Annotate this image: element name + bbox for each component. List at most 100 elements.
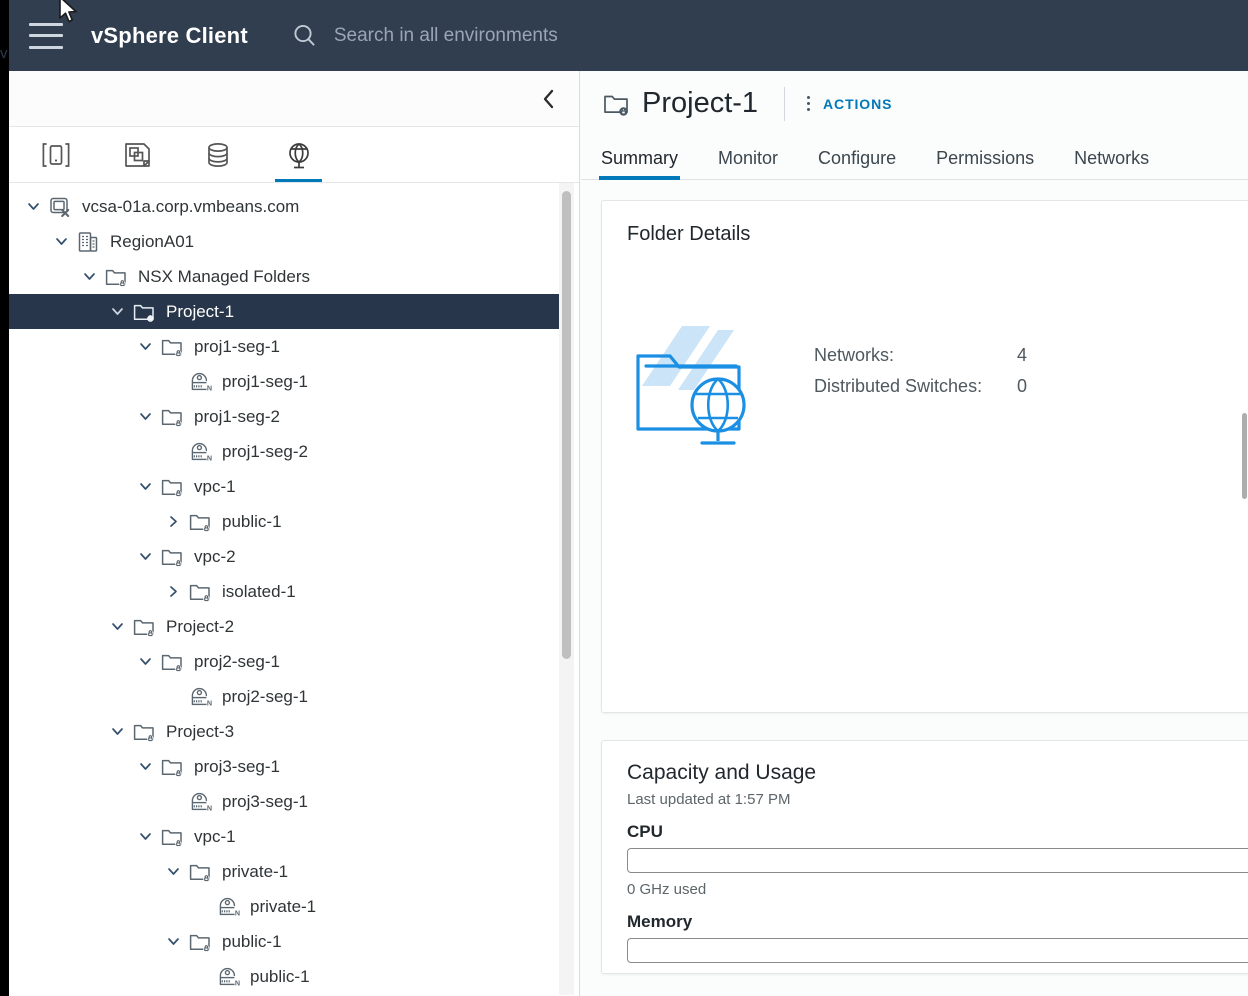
tree-item-proj1-seg-2[interactable]: proj1-seg-2 [9, 399, 579, 434]
search-icon [290, 21, 320, 51]
tree-item-public-1[interactable]: public-1 [9, 924, 579, 959]
tree-item-vcsa-01a-corp-vmbeans-com[interactable]: vcsa-01a.corp.vmbeans.com [9, 189, 579, 224]
chevron-down-icon[interactable] [131, 329, 159, 364]
chevron-down-icon[interactable] [131, 399, 159, 434]
inventory-panel-toolbar [9, 71, 579, 127]
tree-item-proj2-seg-1[interactable]: Nproj2-seg-1 [9, 679, 579, 714]
tree-item-proj1-seg-1[interactable]: proj1-seg-1 [9, 329, 579, 364]
tree-item-vpc-1[interactable]: vpc-1 [9, 819, 579, 854]
detail-row: Networks: 4 [814, 340, 1027, 371]
search-input[interactable] [333, 24, 754, 47]
kebab-menu-icon[interactable] [807, 96, 811, 111]
tree-item-private-1[interactable]: private-1 [9, 854, 579, 889]
network-folder-icon [187, 509, 213, 535]
tree-item-nsx-managed-folders[interactable]: NSX Managed Folders [9, 259, 579, 294]
page-scrollbar[interactable] [1241, 71, 1248, 996]
capacity-title: Capacity and Usage [627, 761, 817, 784]
tree-item-label: proj3-seg-1 [222, 791, 308, 811]
tree-item-label: proj1-seg-1 [194, 336, 280, 356]
tree-item-proj1-seg-1[interactable]: Nproj1-seg-1 [9, 364, 579, 399]
tree-item-label: vcsa-01a.corp.vmbeans.com [82, 196, 300, 216]
cpu-usage-bar [627, 848, 1248, 873]
inventory-tab-hosts-and-clusters[interactable] [15, 127, 96, 182]
tab-configure[interactable]: Configure [818, 148, 896, 179]
tree-item-label: vpc-1 [194, 476, 236, 496]
svg-text:N: N [207, 803, 212, 812]
chevron-down-icon[interactable] [103, 294, 131, 329]
inventory-tab-storage[interactable] [177, 127, 258, 182]
chevron-down-icon[interactable] [47, 224, 75, 259]
detail-tabs: Summary Monitor Configure Permissions Networ… [581, 136, 1248, 180]
detail-value: 0 [1017, 376, 1028, 396]
tree-item-project-3[interactable]: Project-3 [9, 714, 579, 749]
nsx-segment-icon: N [215, 964, 241, 990]
network-folder-icon [159, 544, 185, 570]
vsphere-client-window: v vSphere Client Search in all environme… [0, 0, 1248, 996]
chevron-down-icon[interactable] [131, 469, 159, 504]
tree-item-regiona01[interactable]: RegionA01 [9, 224, 579, 259]
chevron-down-icon[interactable] [131, 749, 159, 784]
global-search[interactable] [290, 21, 754, 51]
tree-item-vpc-1[interactable]: vpc-1 [9, 469, 579, 504]
chevron-right-icon[interactable] [159, 504, 187, 539]
network-folder-icon [159, 474, 185, 500]
tab-permissions[interactable]: Permissions [936, 148, 1034, 179]
inventory-tab-vms-and-templates[interactable] [96, 127, 177, 182]
tree-item-label: proj3-seg-1 [194, 756, 280, 776]
inventory-tab-networking[interactable] [258, 127, 339, 182]
chevron-left-icon[interactable] [535, 85, 563, 113]
actions-button[interactable]: ACTIONS [823, 96, 892, 112]
network-folder-icon [131, 614, 157, 640]
tree-item-project-2[interactable]: Project-2 [9, 609, 579, 644]
chevron-right-icon[interactable] [159, 574, 187, 609]
nsx-segment-icon: N [187, 684, 213, 710]
tree-item-proj1-seg-2[interactable]: Nproj1-seg-2 [9, 434, 579, 469]
tree-item-proj3-seg-1[interactable]: proj3-seg-1 [9, 749, 579, 784]
tree-item-label: proj2-seg-1 [222, 686, 308, 706]
tree-item-public-1[interactable]: Npublic-1 [9, 959, 579, 994]
tree-item-project-1[interactable]: Project-1 [9, 294, 564, 329]
svg-text:N: N [235, 978, 240, 987]
nsx-segment-icon: N [187, 789, 213, 815]
tree-item-label: RegionA01 [110, 231, 195, 251]
tree-scrollbar-thumb[interactable] [562, 191, 571, 659]
tree-item-proj2-seg-1[interactable]: proj2-seg-1 [9, 644, 579, 679]
datacenter-icon [75, 229, 101, 255]
inventory-icon-tabs [9, 127, 579, 183]
chevron-down-icon[interactable] [131, 539, 159, 574]
tree-item-public-1[interactable]: public-1 [9, 504, 579, 539]
chevron-down-icon[interactable] [159, 924, 187, 959]
tree-item-label: NSX Managed Folders [138, 266, 310, 286]
inventory-tree[interactable]: vcsa-01a.corp.vmbeans.com RegionA01 NSX Ma… [9, 183, 579, 995]
cpu-used-label: 0 GHz used [627, 881, 707, 898]
tab-monitor[interactable]: Monitor [718, 148, 778, 179]
clipped-edge-glyph: v [0, 45, 8, 62]
chevron-down-icon[interactable] [19, 189, 47, 224]
tree-item-proj3-seg-1[interactable]: Nproj3-seg-1 [9, 784, 579, 819]
network-folder-icon [159, 649, 185, 675]
page-scrollbar-thumb[interactable] [1242, 413, 1247, 499]
tab-summary[interactable]: Summary [598, 148, 681, 180]
tab-networks[interactable]: Networks [1074, 148, 1149, 179]
tree-item-private-1[interactable]: Nprivate-1 [9, 889, 579, 924]
network-folder-illustration [626, 308, 774, 453]
chevron-down-icon[interactable] [159, 854, 187, 889]
chevron-down-icon[interactable] [103, 714, 131, 749]
memory-usage-bar [627, 938, 1248, 963]
network-folder-icon [103, 264, 129, 290]
chevron-down-icon[interactable] [131, 644, 159, 679]
network-folder-icon [187, 579, 213, 605]
network-folder-icon [187, 859, 213, 885]
chevron-down-icon[interactable] [75, 259, 103, 294]
detail-label: Networks: [814, 345, 895, 365]
tree-item-vpc-2[interactable]: vpc-2 [9, 539, 579, 574]
detail-row: Distributed Switches: 0 [814, 371, 1027, 402]
chevron-down-icon[interactable] [103, 609, 131, 644]
detail-label: Distributed Switches: [814, 376, 983, 396]
chevron-down-icon[interactable] [131, 819, 159, 854]
detail-value: 4 [1017, 345, 1028, 365]
network-folder-icon [159, 404, 185, 430]
hamburger-icon[interactable] [29, 22, 63, 49]
tree-item-isolated-1[interactable]: isolated-1 [9, 574, 579, 609]
svg-text:N: N [207, 383, 212, 392]
